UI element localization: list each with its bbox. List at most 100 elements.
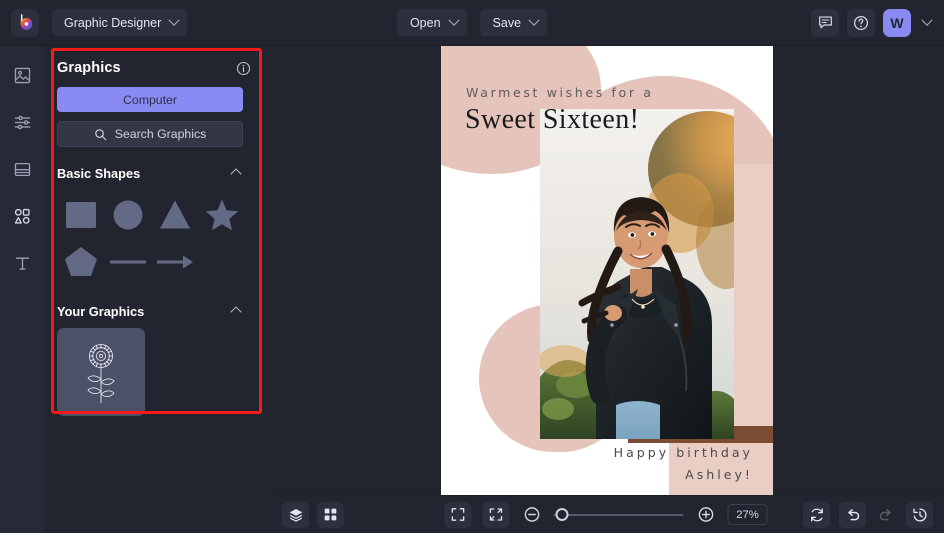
undo-button[interactable] [839, 501, 866, 528]
shape-triangle[interactable] [151, 191, 198, 238]
chevron-down-icon [921, 14, 933, 26]
search-graphics-input[interactable]: Search Graphics [57, 121, 243, 147]
chevron-down-icon [168, 14, 180, 26]
design-canvas[interactable]: Warmest wishes for a Sweet Sixteen! Happ… [441, 46, 773, 495]
redo-icon [879, 508, 891, 520]
panel-header: Graphics [44, 46, 268, 76]
section-header-basic-shapes[interactable]: Basic Shapes [57, 166, 243, 181]
user-avatar[interactable]: W [883, 8, 911, 37]
shape-star[interactable] [198, 191, 245, 238]
shape-pentagon[interactable] [57, 238, 104, 285]
rail-item-text[interactable] [7, 248, 37, 278]
canvas-stage[interactable]: Warmest wishes for a Sweet Sixteen! Happ… [268, 46, 944, 495]
left-tool-rail [0, 46, 44, 533]
zoom-slider[interactable] [553, 507, 684, 523]
undo-icon [847, 508, 859, 520]
canvas-headline[interactable]: Sweet Sixteen! [465, 104, 639, 136]
reset-button[interactable] [803, 501, 830, 528]
chevron-up-icon [230, 305, 242, 318]
pentagon-shape [64, 246, 97, 276]
redo-button[interactable] [875, 504, 897, 526]
canvas-greeting-line[interactable]: Warmest wishes for a [466, 85, 654, 100]
avatar-initial: W [890, 14, 904, 31]
layers-icon [289, 508, 302, 522]
open-button-label: Open [409, 15, 441, 30]
rail-item-images[interactable] [7, 60, 37, 90]
chevron-down-icon [447, 14, 460, 26]
zoom-out-button[interactable] [521, 504, 543, 526]
info-icon [236, 61, 251, 75]
chevron-up-icon [230, 167, 242, 180]
rail-item-layout[interactable] [7, 154, 37, 184]
arrow-shape [156, 255, 193, 268]
layout-icon [14, 162, 30, 176]
panel-info-button[interactable] [236, 61, 251, 76]
shape-square[interactable] [57, 191, 104, 238]
canvas-footer-line2: Ashley! [685, 467, 753, 482]
grid-button[interactable] [317, 501, 344, 528]
bottom-bar: 27% [268, 495, 944, 533]
your-graphics-list [57, 328, 255, 416]
text-icon [15, 257, 29, 270]
graphics-panel: Graphics Computer Search Graphics Basic … [44, 46, 268, 533]
fit-screen-icon [451, 508, 465, 521]
shrink-to-fit-button[interactable] [482, 501, 510, 528]
top-bar: Graphic Designer Open Save W [0, 0, 944, 46]
app-logo[interactable] [11, 8, 39, 37]
open-button[interactable]: Open [396, 9, 467, 36]
shape-circle[interactable] [104, 191, 151, 238]
shrink-to-fit-icon [489, 508, 503, 521]
square-shape [65, 201, 96, 228]
top-bar-center-actions: Open Save [396, 9, 548, 36]
shape-line[interactable] [104, 238, 151, 285]
document-name-label: Graphic Designer [64, 15, 162, 30]
zoom-slider-handle[interactable] [555, 508, 569, 521]
triangle-shape [159, 200, 190, 228]
search-placeholder-text: Search Graphics [114, 127, 207, 141]
section-title-your-graphics: Your Graphics [57, 304, 145, 319]
zoom-out-icon [524, 507, 539, 522]
fit-screen-button[interactable] [444, 501, 472, 528]
bee-logo-icon [20, 14, 32, 30]
zoom-slider-track [553, 513, 684, 516]
search-graphics-label: Search Graphics [115, 127, 207, 141]
rail-item-adjust[interactable] [7, 107, 37, 137]
bottom-bar-left [282, 501, 344, 528]
comment-icon [818, 16, 832, 29]
zoom-level-value[interactable]: 27% [727, 504, 768, 525]
canvas-footer-line1: Happy birthday [613, 445, 753, 460]
reset-icon [810, 507, 823, 522]
circle-shape [113, 200, 142, 229]
rail-item-graphics[interactable] [7, 201, 37, 231]
chevron-down-icon [528, 14, 540, 26]
zoom-in-button[interactable] [695, 504, 717, 526]
zoom-in-icon [698, 507, 713, 522]
comments-button[interactable] [811, 8, 839, 37]
section-header-your-graphics[interactable]: Your Graphics [57, 304, 243, 319]
layers-button[interactable] [282, 501, 309, 528]
app-window: Graphic Designer Open Save W Graphics Co… [0, 0, 944, 533]
line-shape [109, 260, 146, 263]
grid-icon [324, 508, 337, 521]
your-graphic-item-flower[interactable] [57, 328, 145, 416]
document-name-select[interactable]: Graphic Designer [52, 9, 188, 36]
help-circle-icon [853, 15, 869, 30]
canvas-footer-text[interactable]: Happy birthday Ashley! [614, 442, 753, 486]
shapes-icon [14, 208, 30, 224]
zoom-controls: 27% [444, 501, 768, 528]
search-icon [94, 128, 106, 140]
smiling-young-woman-leather-jacket-photo [540, 109, 734, 439]
computer-source-button[interactable]: Computer [57, 87, 243, 112]
computer-source-label: Computer [123, 92, 177, 107]
save-button[interactable]: Save [479, 9, 548, 36]
top-bar-right-actions: W [811, 8, 934, 37]
help-button[interactable] [847, 8, 875, 37]
avatar-menu-toggle[interactable] [920, 14, 934, 32]
section-title-basic-shapes: Basic Shapes [57, 166, 141, 181]
history-icon [912, 507, 927, 522]
image-icon [14, 67, 30, 83]
shape-arrow[interactable] [151, 238, 198, 285]
save-button-label: Save [492, 15, 522, 30]
photo-frame[interactable] [540, 109, 734, 439]
history-button[interactable] [906, 501, 933, 528]
